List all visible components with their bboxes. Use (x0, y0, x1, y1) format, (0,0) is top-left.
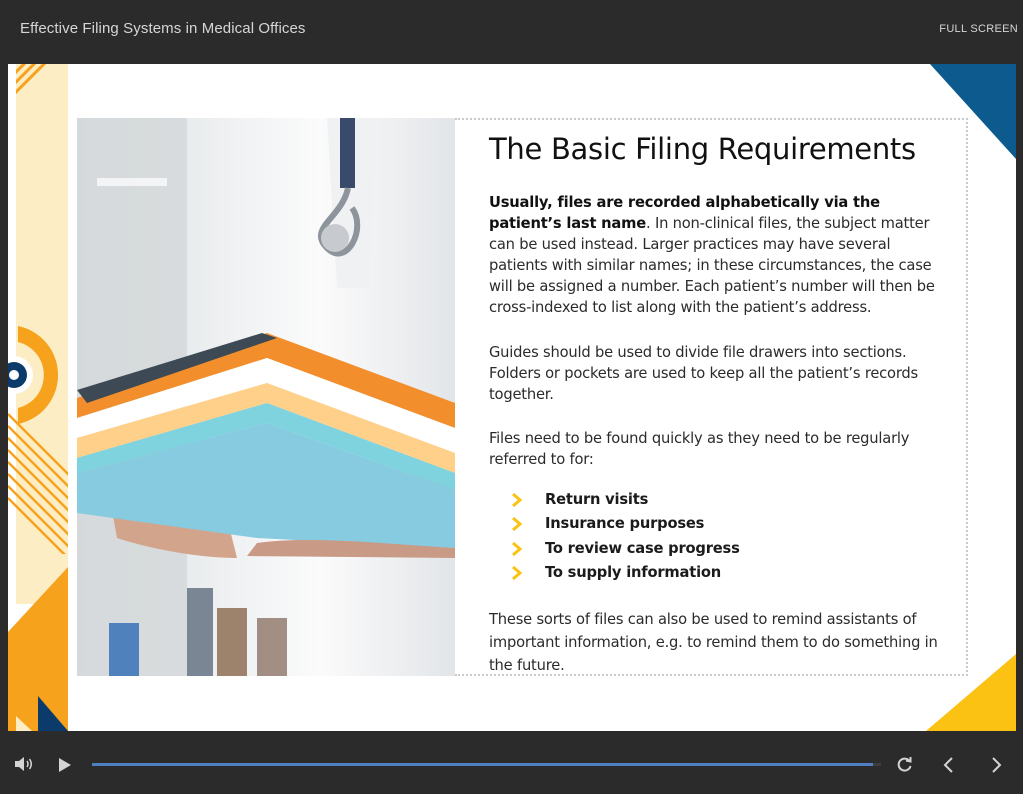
seek-bar-progress (92, 763, 874, 766)
chevron-right-icon (512, 565, 523, 581)
slide: The Basic Filing Requirements Usually, f… (8, 64, 1016, 731)
player-header: Effective Filing Systems in Medical Offi… (0, 0, 1023, 64)
player-controls (0, 731, 1023, 794)
list-item-label: Insurance purposes (545, 515, 705, 533)
play-icon[interactable] (58, 757, 72, 773)
slide-heading: The Basic Filing Requirements (489, 132, 916, 166)
list-item-label: Return visits (545, 491, 649, 508)
paragraph-guides: Guides should be used to divide file dra… (489, 344, 918, 403)
paragraph-reminders: These sorts of files can also be used to… (489, 611, 938, 674)
list-item-label: To supply information (545, 563, 722, 581)
replay-icon[interactable] (896, 756, 913, 773)
chevron-right-icon (512, 517, 523, 532)
seek-bar[interactable] (92, 763, 881, 766)
paragraph-alphabetical: Usually, files are recorded alphabetical… (489, 192, 949, 318)
chevron-right-icon[interactable] (991, 757, 1003, 773)
slide-content-panel: The Basic Filing Requirements Usually, f… (455, 118, 968, 676)
doctor-holding-folders-image (77, 118, 455, 676)
chevron-left-icon[interactable] (942, 757, 954, 773)
course-title: Effective Filing Systems in Medical Offi… (20, 20, 306, 37)
fullscreen-button[interactable]: FULL SCREEN (939, 23, 1018, 35)
list-item-label: To review case progress (545, 539, 740, 557)
chevron-right-icon (512, 541, 523, 556)
paragraph-files-needed: Files need to be found quickly as they n… (489, 430, 910, 468)
chevron-right-icon (512, 492, 523, 508)
volume-icon[interactable] (14, 756, 34, 772)
left-decor-band (8, 64, 68, 604)
